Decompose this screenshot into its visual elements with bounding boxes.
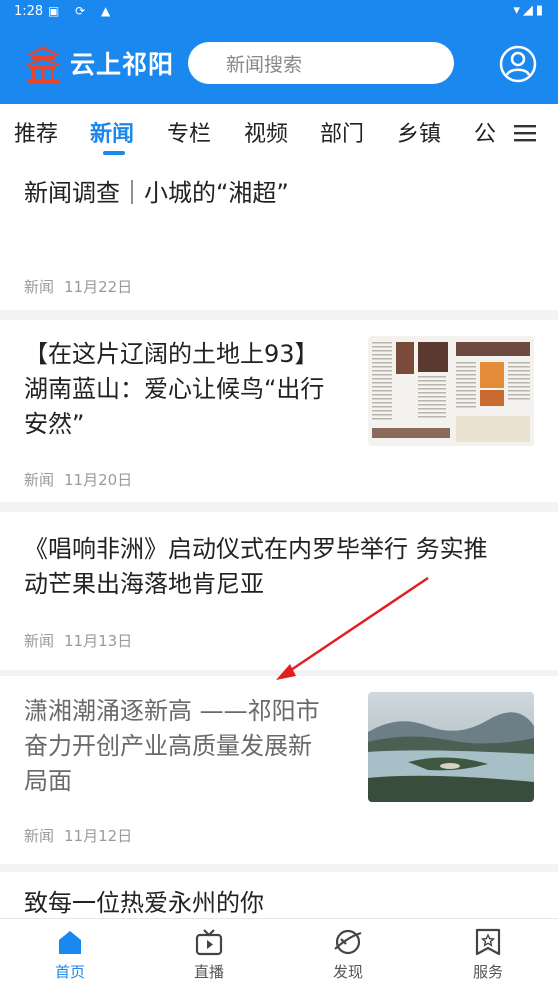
news-title: 新闻调查｜小城的“湘超” [24, 179, 289, 207]
status-time: 1:28 [14, 4, 44, 19]
tab-towns[interactable]: 乡镇 [397, 116, 441, 148]
news-title: 【在这片辽阔的土地上93】 湖南蓝山：爱心让候鸟“出行 安然” [24, 340, 325, 438]
app-logo: 云上祁阳 [22, 42, 174, 84]
menu-icon[interactable] [514, 124, 536, 142]
news-list-item[interactable]: 《唱响非洲》启动仪式在内罗毕举行 务实推 动芒果出海落地肯尼亚 新闻 11月13日 [0, 512, 558, 670]
bottom-navigation: 首页 直播 发现 服务 [0, 918, 558, 992]
tab-recommend[interactable]: 推荐 [14, 116, 58, 148]
news-meta: 新闻 11月20日 [24, 469, 132, 490]
nav-home[interactable]: 首页 [30, 927, 110, 982]
tab-partial[interactable]: 公 [474, 116, 496, 148]
status-notification-icons: ▣ ⟳ ▲ [48, 4, 117, 18]
nav-discover[interactable]: 发现 [308, 927, 388, 982]
status-signal-battery-icons: ▾◢▮ [513, 3, 546, 18]
news-list-item[interactable]: 【在这片辽阔的土地上93】 湖南蓝山：爱心让候鸟“出行 安然” 新闻 11月20日 [0, 320, 558, 502]
nav-label: 服务 [472, 963, 503, 981]
discover-icon [334, 929, 362, 955]
news-title: 致每一位热爱永州的你 [24, 889, 264, 917]
news-date: 11月12日 [64, 827, 133, 845]
status-bar: 1:28 ▣ ⟳ ▲ ▾◢▮ [0, 0, 558, 24]
nav-live[interactable]: 直播 [169, 927, 249, 982]
news-meta: 新闻 11月22日 [24, 276, 132, 297]
news-list-item[interactable]: 致每一位热爱永州的你 [0, 872, 558, 918]
nav-label: 发现 [332, 963, 363, 981]
news-category: 新闻 [24, 827, 55, 845]
search-placeholder: 新闻搜索 [226, 53, 303, 76]
news-date: 11月13日 [64, 632, 133, 650]
nav-service[interactable]: 服务 [448, 927, 528, 982]
news-category: 新闻 [24, 471, 55, 489]
news-list-item[interactable]: 新闻调查｜小城的“湘超” 新闻 11月22日 [0, 160, 558, 310]
category-tabs: 推荐 新闻 专栏 视频 部门 乡镇 公 [0, 104, 558, 160]
news-title: 《唱响非洲》启动仪式在内罗毕举行 务实推 动芒果出海落地肯尼亚 [24, 535, 488, 598]
tab-departments[interactable]: 部门 [320, 116, 364, 148]
app-name: 云上祁阳 [70, 50, 175, 79]
tab-column[interactable]: 专栏 [167, 116, 211, 148]
news-category: 新闻 [24, 632, 55, 650]
news-meta: 新闻 11月12日 [24, 825, 132, 846]
lake-landscape-thumbnail [368, 692, 534, 802]
pavilion-logo-icon [23, 46, 63, 83]
news-title: 潇湘潮涌逐新高 ——祁阳市 奋力开创产业高质量发展新 局面 [24, 697, 320, 795]
news-list-item[interactable]: 潇湘潮涌逐新高 ——祁阳市 奋力开创产业高质量发展新 局面 新闻 11月12日 [0, 676, 558, 864]
search-input[interactable]: 新闻搜索 [188, 42, 454, 84]
tv-icon [195, 929, 223, 956]
tab-video[interactable]: 视频 [244, 116, 288, 148]
user-profile-icon[interactable] [498, 44, 538, 84]
active-tab-indicator [103, 151, 125, 155]
newspaper-thumbnail [368, 336, 534, 446]
news-date: 11月22日 [64, 278, 133, 296]
tab-news[interactable]: 新闻 [90, 116, 134, 148]
news-date: 11月20日 [64, 471, 133, 489]
home-icon [59, 931, 81, 954]
nav-label: 直播 [193, 963, 224, 981]
app-header: 1:28 ▣ ⟳ ▲ ▾◢▮ 云上祁阳 新闻搜索 [0, 0, 558, 104]
news-category: 新闻 [24, 278, 55, 296]
service-icon [475, 928, 501, 956]
news-meta: 新闻 11月13日 [24, 630, 132, 651]
nav-label: 首页 [54, 963, 85, 981]
